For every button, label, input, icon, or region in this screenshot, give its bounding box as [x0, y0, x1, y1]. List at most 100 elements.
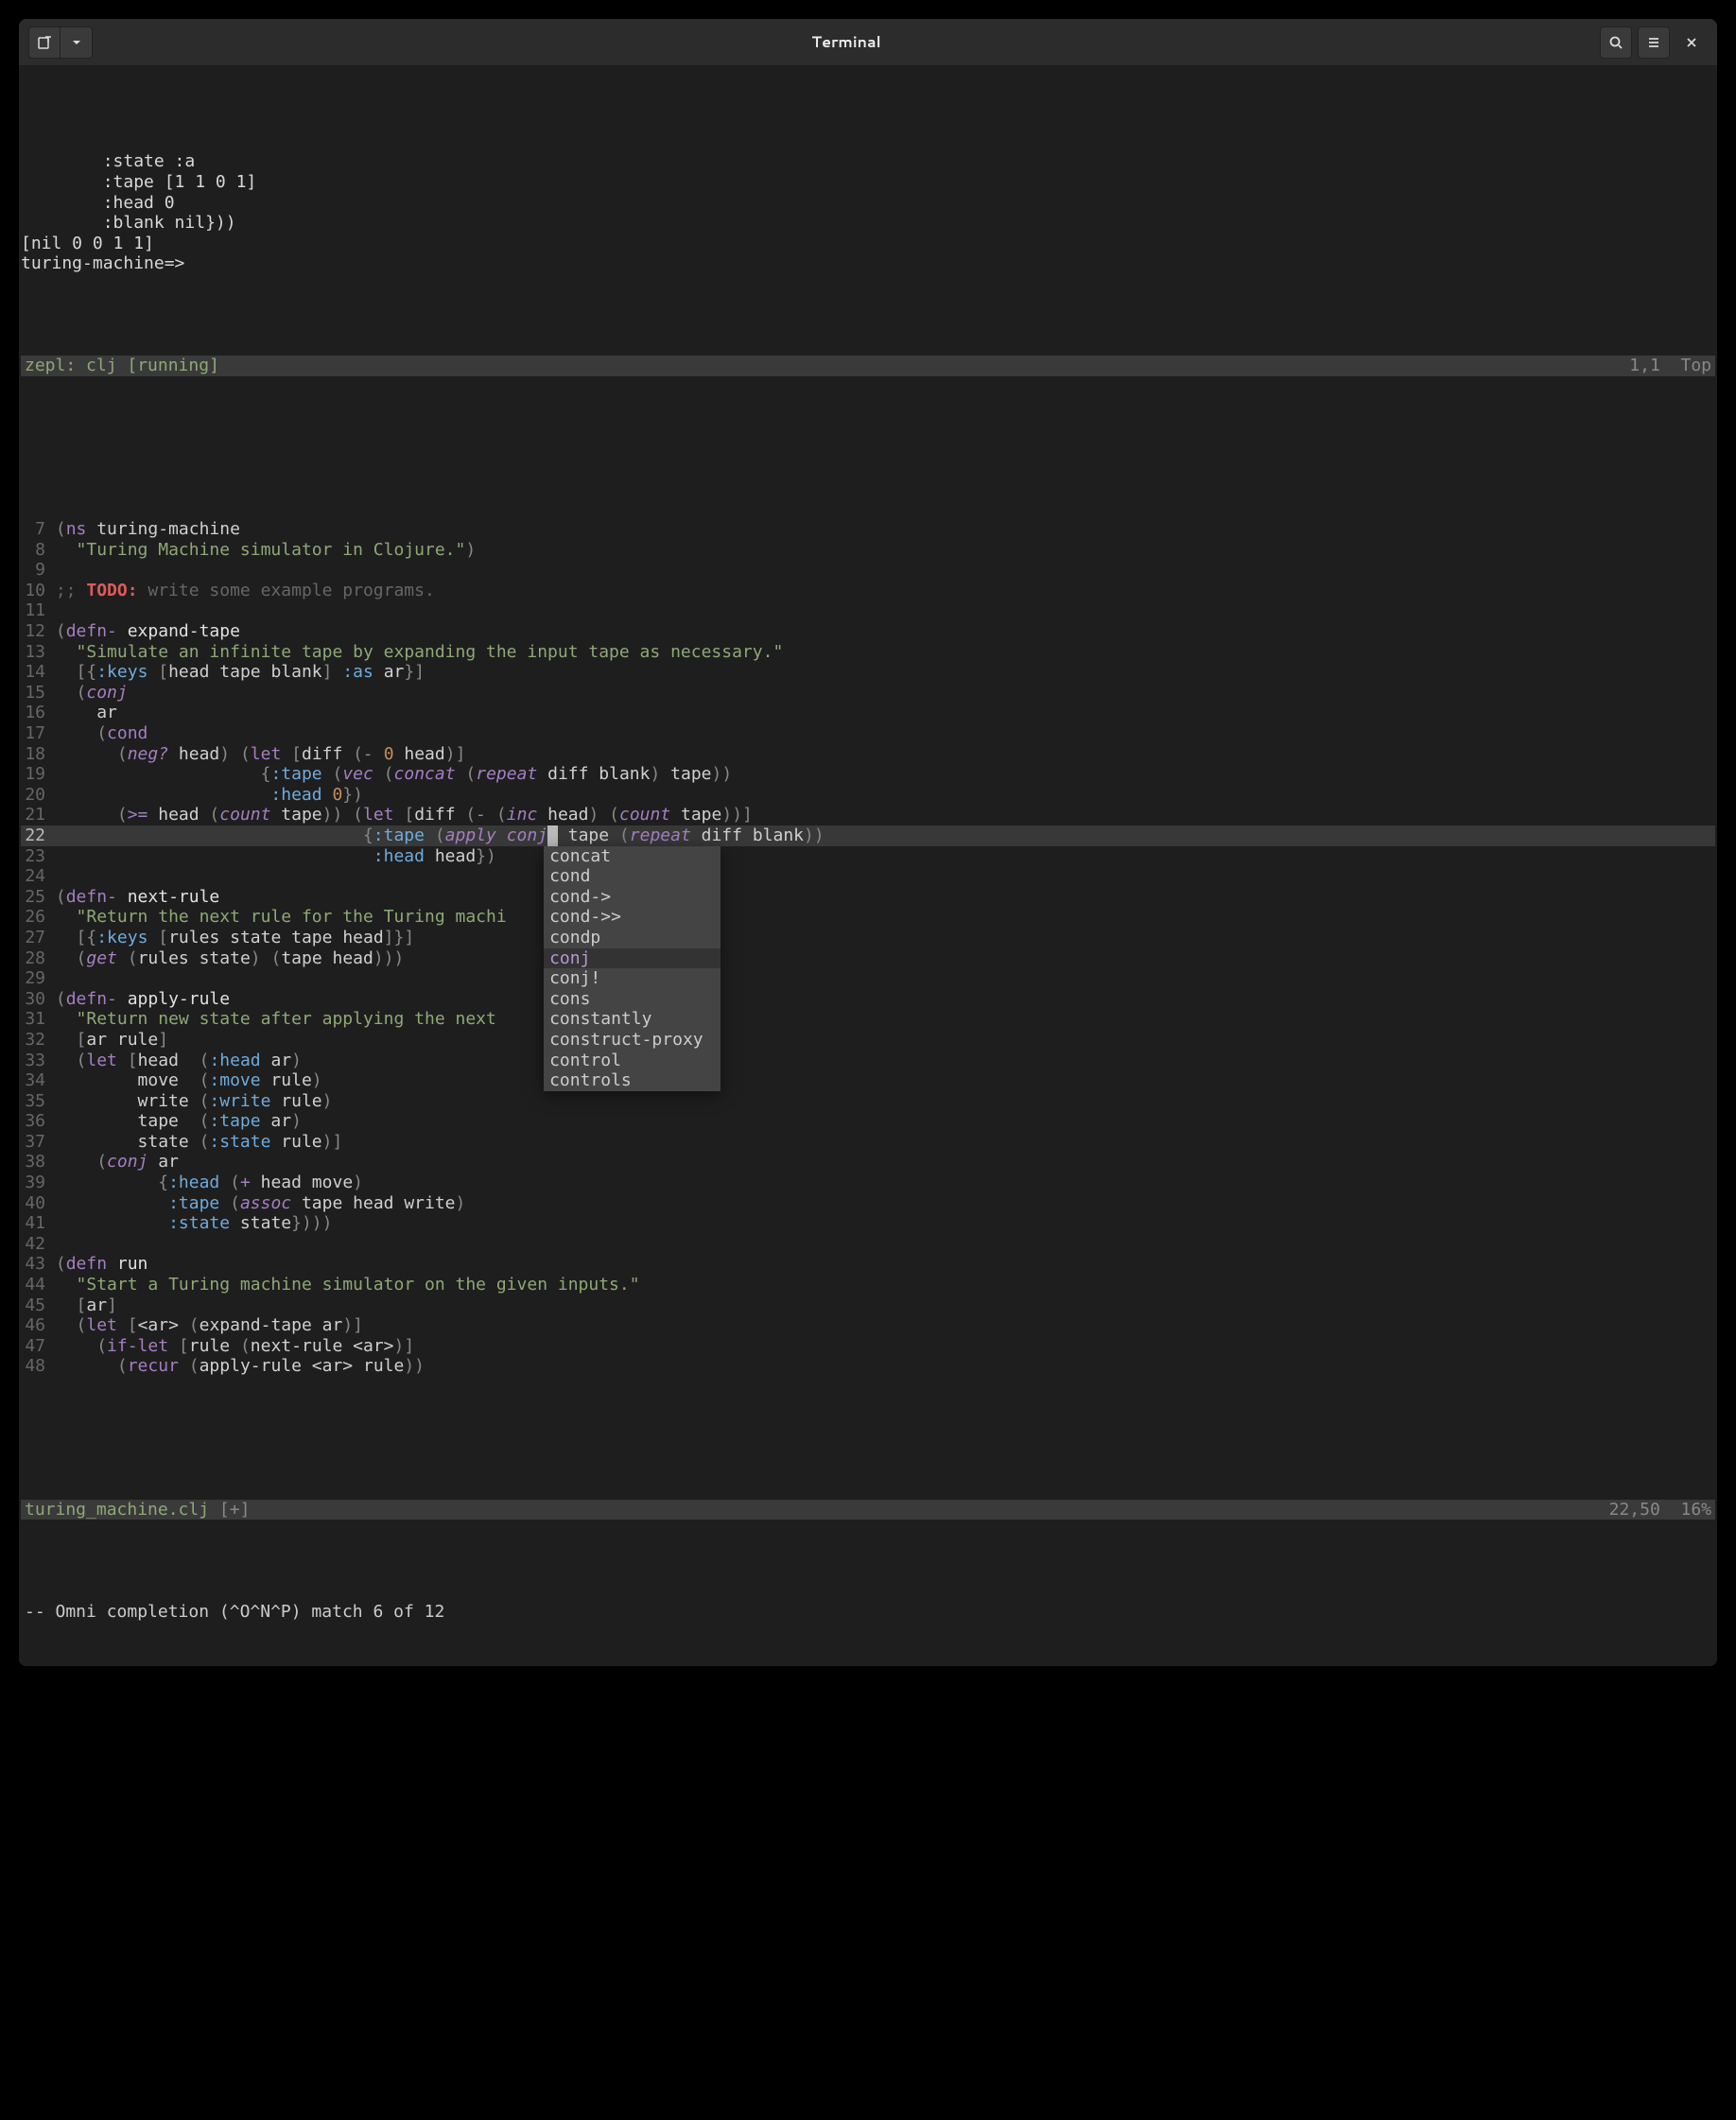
code-line[interactable]: 48 (recur (apply-rule <ar> rule)) [21, 1356, 1715, 1377]
completion-item[interactable]: conj! [544, 968, 720, 989]
new-tab-button[interactable] [28, 26, 61, 59]
window-title: Terminal [93, 33, 1600, 51]
code-text: "Return new state after applying the nex… [56, 1009, 507, 1030]
completion-popup[interactable]: concat cond cond-> cond->> condp conj co… [544, 846, 720, 1091]
code-line[interactable]: 14 [{:keys [head tape blank] :as ar}] [21, 662, 1715, 683]
code-text: tape (:tape ar) [56, 1111, 302, 1132]
titlebar: Terminal [19, 19, 1717, 66]
code-text: (recur (apply-rule <ar> rule)) [56, 1356, 425, 1377]
code-line[interactable]: 10;; TODO: write some example programs. [21, 581, 1715, 601]
repl-scroll-pos: Top [1680, 356, 1711, 376]
code-line[interactable]: 18 (neg? head) (let [diff (- 0 head)] [21, 744, 1715, 765]
completion-item[interactable]: controls [544, 1070, 720, 1091]
code-line[interactable]: 19 {:tape (vec (concat (repeat diff blan… [21, 764, 1715, 785]
code-line[interactable]: 24 [21, 866, 1715, 887]
completion-item[interactable]: constantly [544, 1009, 720, 1030]
tab-dropdown-button[interactable] [61, 26, 93, 59]
code-line[interactable]: 38 (conj ar [21, 1152, 1715, 1173]
completion-item[interactable]: concat [544, 846, 720, 867]
search-button[interactable] [1600, 26, 1632, 59]
code-text: {:head (+ head move) [56, 1173, 363, 1193]
code-line[interactable]: 30(defn- apply-rule [21, 989, 1715, 1010]
repl-cursor-pos: 1,1 [1629, 356, 1680, 376]
code-text: (conj [56, 683, 128, 704]
code-line[interactable]: 11 [21, 600, 1715, 621]
code-line[interactable]: 15 (conj [21, 683, 1715, 704]
line-number: 44 [21, 1275, 56, 1295]
code-text: [{:keys [head tape blank] :as ar}] [56, 662, 425, 683]
line-number: 13 [21, 642, 56, 663]
code-line[interactable]: 31 "Return new state after applying the … [21, 1009, 1715, 1030]
code-line[interactable]: 41 :state state}))) [21, 1213, 1715, 1234]
code-text: "Start a Turing machine simulator on the… [56, 1275, 640, 1295]
code-line[interactable]: 29 [21, 968, 1715, 989]
code-line[interactable]: 39 {:head (+ head move) [21, 1173, 1715, 1193]
code-text: [ar rule] [56, 1030, 168, 1051]
line-number: 46 [21, 1315, 56, 1336]
code-line[interactable]: 17 (cond [21, 723, 1715, 744]
line-number: 35 [21, 1091, 56, 1112]
line-number: 47 [21, 1336, 56, 1357]
code-line[interactable]: 42 [21, 1234, 1715, 1255]
code-line[interactable]: 33 (let [head (:head ar) [21, 1051, 1715, 1071]
code-line[interactable]: 27 [{:keys [rules state tape head]}] [21, 928, 1715, 948]
line-number: 34 [21, 1070, 56, 1091]
code-text: {:tape (vec (concat (repeat diff blank) … [56, 764, 732, 785]
code-line[interactable]: 45 [ar] [21, 1295, 1715, 1316]
completion-item[interactable]: cond-> [544, 887, 720, 908]
code-text: "Simulate an infinite tape by expanding … [56, 642, 783, 663]
code-line[interactable]: 8 "Turing Machine simulator in Clojure."… [21, 540, 1715, 561]
line-number: 23 [21, 846, 56, 867]
code-line[interactable]: 26 "Return the next rule for the Turing … [21, 907, 1715, 928]
line-number: 48 [21, 1356, 56, 1377]
terminal-viewport[interactable]: :state :a :tape [1 1 0 1] :head 0 :blank… [19, 66, 1717, 1666]
code-line[interactable]: 43(defn run [21, 1254, 1715, 1275]
line-number: 20 [21, 785, 56, 806]
completion-item[interactable]: condp [544, 928, 720, 948]
code-line[interactable]: 22 {:tape (apply conj tape (repeat diff … [21, 825, 1715, 846]
code-line[interactable]: 40 :tape (assoc tape head write) [21, 1193, 1715, 1214]
code-text: (get (rules state) (tape head))) [56, 948, 405, 969]
completion-item[interactable]: conj [544, 948, 720, 969]
terminal-window: Terminal :state :a :tape [1 1 0 1] :head… [19, 19, 1717, 1666]
code-line[interactable]: 7(ns turing-machine [21, 519, 1715, 540]
code-line[interactable]: 44 "Start a Turing machine simulator on … [21, 1275, 1715, 1295]
code-line[interactable]: 21 (>= head (count tape)) (let [diff (- … [21, 805, 1715, 825]
completion-item[interactable]: control [544, 1051, 720, 1071]
code-line[interactable]: 28 (get (rules state) (tape head))) [21, 948, 1715, 969]
line-number: 24 [21, 866, 56, 887]
code-line[interactable]: 46 (let [<ar> (expand-tape ar)] [21, 1315, 1715, 1336]
code-text: move (:move rule) [56, 1070, 322, 1091]
repl-statusbar: zepl: clj [running] 1,1 Top [21, 356, 1715, 376]
close-button[interactable] [1675, 26, 1708, 59]
code-line[interactable]: 32 [ar rule] [21, 1030, 1715, 1051]
code-line[interactable]: 37 state (:state rule)] [21, 1132, 1715, 1153]
line-number: 28 [21, 948, 56, 969]
code-text: (let [<ar> (expand-tape ar)] [56, 1315, 363, 1336]
code-text: write (:write rule) [56, 1091, 333, 1112]
line-number: 39 [21, 1173, 56, 1193]
code-line[interactable]: 25(defn- next-rule [21, 887, 1715, 908]
code-line[interactable]: 12(defn- expand-tape [21, 621, 1715, 642]
code-line[interactable]: 36 tape (:tape ar) [21, 1111, 1715, 1132]
line-number: 27 [21, 928, 56, 948]
command-line: -- Omni completion (^O^N^P) match 6 of 1… [21, 1602, 1715, 1626]
line-number: 37 [21, 1132, 56, 1153]
code-line[interactable]: 47 (if-let [rule (next-rule <ar>)] [21, 1336, 1715, 1357]
code-line[interactable]: 13 "Simulate an infinite tape by expandi… [21, 642, 1715, 663]
code-line[interactable]: 34 move (:move rule) [21, 1070, 1715, 1091]
code-line[interactable]: 23 :head head}) [21, 846, 1715, 867]
completion-item[interactable]: cond->> [544, 907, 720, 928]
code-line[interactable]: 9 [21, 560, 1715, 581]
menu-button[interactable] [1638, 26, 1670, 59]
line-number: 43 [21, 1254, 56, 1275]
line-number: 8 [21, 540, 56, 561]
code-line[interactable]: 35 write (:write rule) [21, 1091, 1715, 1112]
code-line[interactable]: 16 ar [21, 703, 1715, 723]
completion-item[interactable]: cond [544, 866, 720, 887]
completion-item[interactable]: cons [544, 989, 720, 1010]
code-line[interactable]: 20 :head 0}) [21, 785, 1715, 806]
completion-item[interactable]: construct-proxy [544, 1030, 720, 1051]
editor-pane[interactable]: 7(ns turing-machine8 "Turing Machine sim… [21, 458, 1715, 1417]
editor-statusbar: turing_machine.clj [+] 22,50 16% [21, 1500, 1715, 1520]
